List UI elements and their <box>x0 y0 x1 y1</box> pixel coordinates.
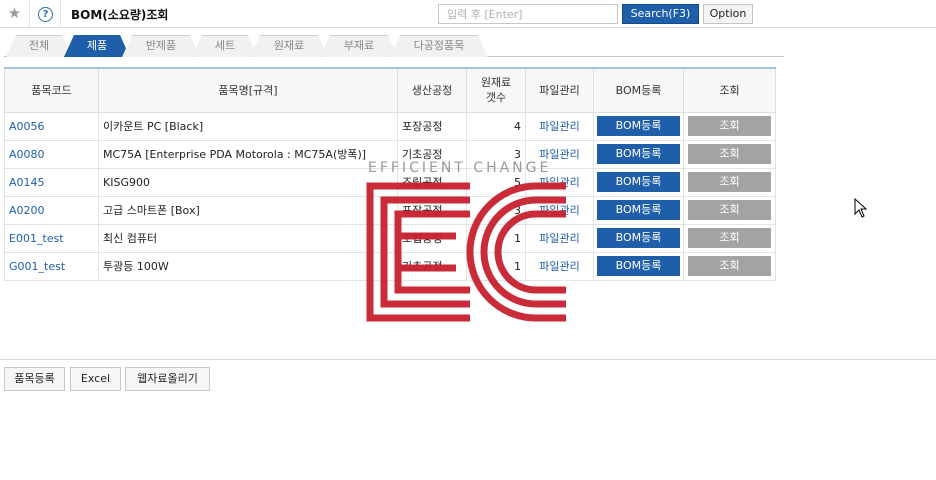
view-button[interactable]: 조회 <box>688 200 771 220</box>
item-code-link[interactable]: E001_test <box>4 223 99 253</box>
tab-multi-process[interactable]: 다공정품목 <box>390 35 488 57</box>
view-button[interactable]: 조회 <box>688 116 771 136</box>
view-button[interactable]: 조회 <box>688 144 771 164</box>
favorite-star-icon[interactable]: ★ <box>0 0 30 28</box>
view-cell: 조회 <box>683 167 776 197</box>
search-button[interactable]: Search(F3) <box>622 4 699 24</box>
item-code-link[interactable]: G001_test <box>4 251 99 281</box>
col-header-name[interactable]: 품목명[규격] <box>98 67 398 113</box>
item-name: 고급 스마트폰 [Box] <box>98 195 398 225</box>
view-cell: 조회 <box>683 139 776 169</box>
tab-raw-material[interactable]: 원재료 <box>250 35 328 57</box>
ec-logo-watermark <box>366 182 566 322</box>
help-button[interactable]: ? <box>31 0 61 28</box>
tab-semi-product[interactable]: 반제품 <box>122 35 200 57</box>
tab-product[interactable]: 제품 <box>64 35 130 57</box>
bom-cell: BOM등록 <box>593 251 684 281</box>
view-cell: 조회 <box>683 251 776 281</box>
view-cell: 조회 <box>683 223 776 253</box>
bom-register-button[interactable]: BOM등록 <box>597 116 680 136</box>
col-header-view: 조회 <box>683 67 776 113</box>
excel-button[interactable]: Excel <box>70 367 121 391</box>
item-code-link[interactable]: A0080 <box>4 139 99 169</box>
item-process: 포장공정 <box>397 111 467 141</box>
search-input[interactable] <box>438 4 618 24</box>
table-row: A0056 이카운트 PC [Black] 포장공정 4 파일관리 BOM등록 … <box>4 111 776 141</box>
table-header-row: 품목코드 품목명[규격] 생산공정 원재료 갯수 파일관리 BOM등록 조회 <box>4 67 776 113</box>
item-name: KISG900 <box>98 167 398 197</box>
item-name: 투광등 100W <box>98 251 398 281</box>
item-code-link[interactable]: A0145 <box>4 167 99 197</box>
bom-cell: BOM등록 <box>593 167 684 197</box>
item-name: 최신 컴퓨터 <box>98 223 398 253</box>
view-cell: 조회 <box>683 111 776 141</box>
bom-register-button[interactable]: BOM등록 <box>597 172 680 192</box>
bom-cell: BOM등록 <box>593 223 684 253</box>
item-name: MC75A [Enterprise PDA Motorola : MC75A(방… <box>98 139 398 169</box>
item-register-button[interactable]: 품목등록 <box>4 367 65 391</box>
page-title: BOM(소요량)조회 <box>71 8 169 22</box>
mouse-cursor-icon <box>854 198 868 218</box>
bom-register-button[interactable]: BOM등록 <box>597 200 680 220</box>
bom-cell: BOM등록 <box>593 139 684 169</box>
col-header-bom: BOM등록 <box>593 67 684 113</box>
bom-cell: BOM등록 <box>593 195 684 225</box>
bom-register-button[interactable]: BOM등록 <box>597 256 680 276</box>
bom-register-button[interactable]: BOM등록 <box>597 144 680 164</box>
item-code-link[interactable]: A0056 <box>4 111 99 141</box>
option-button[interactable]: Option <box>703 4 753 24</box>
tab-all[interactable]: 전체 <box>6 35 72 57</box>
category-tabs: 전체 제품 반제품 세트 원재료 부재료 다공정품목 <box>4 33 784 57</box>
col-header-code[interactable]: 품목코드 <box>4 67 99 113</box>
view-button[interactable]: 조회 <box>688 228 771 248</box>
item-name: 이카운트 PC [Black] <box>98 111 398 141</box>
page-footer: 품목등록 Excel 웹자료올리기 <box>0 359 936 399</box>
view-cell: 조회 <box>683 195 776 225</box>
item-code-link[interactable]: A0200 <box>4 195 99 225</box>
tab-set[interactable]: 세트 <box>192 35 258 57</box>
view-button[interactable]: 조회 <box>688 256 771 276</box>
view-button[interactable]: 조회 <box>688 172 771 192</box>
bom-register-button[interactable]: BOM등록 <box>597 228 680 248</box>
page-header: ★ ? BOM(소요량)조회 Search(F3) Option <box>0 0 936 28</box>
tab-sub-material[interactable]: 부재료 <box>320 35 398 57</box>
col-header-file: 파일관리 <box>525 67 594 113</box>
col-header-process[interactable]: 생산공정 <box>397 67 467 113</box>
web-upload-button[interactable]: 웹자료올리기 <box>125 367 210 391</box>
bom-cell: BOM등록 <box>593 111 684 141</box>
item-count: 4 <box>466 111 526 141</box>
file-manage-link[interactable]: 파일관리 <box>525 111 594 141</box>
help-icon: ? <box>38 6 53 22</box>
watermark-slogan: EFFICIENT CHANGE <box>368 160 552 176</box>
col-header-count[interactable]: 원재료 갯수 <box>466 67 526 113</box>
col-header-count-label: 원재료 갯수 <box>480 76 512 105</box>
